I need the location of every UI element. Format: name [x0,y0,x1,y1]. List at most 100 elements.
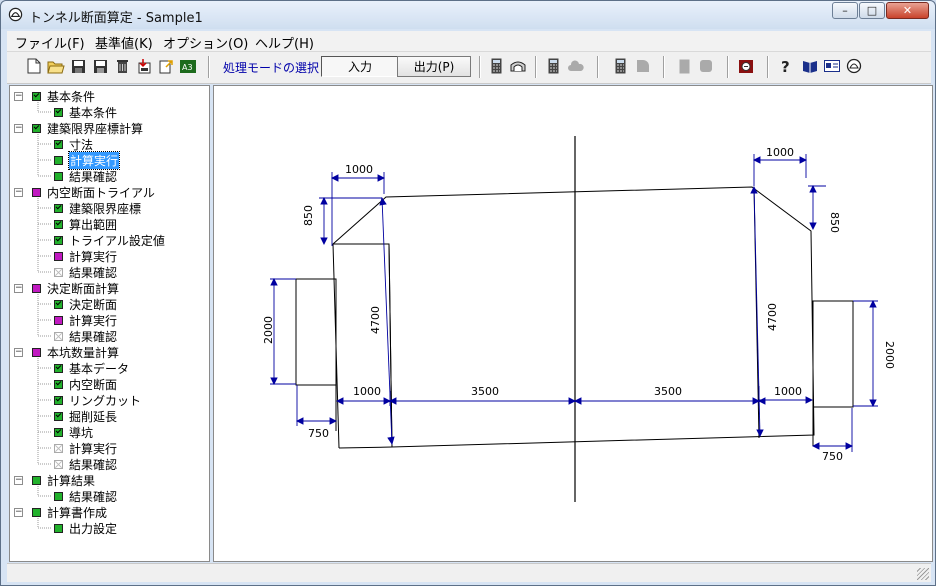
collapse-icon[interactable]: − [14,123,23,133]
tree-item[interactable]: 寸法 [54,136,93,152]
dim-bottom-left-1000: 1000 [353,385,381,398]
tree-item-label: 結果確認 [69,265,118,280]
tree-item-label: 算出範囲 [69,217,118,232]
menu-file[interactable]: ファイル(F) [15,33,85,52]
output-mode-button[interactable]: 出力(P) [397,56,471,77]
tree-item[interactable]: 結果確認 [54,488,117,504]
tree-item[interactable]: 計算実行 [54,312,117,328]
menu-kijunchi[interactable]: 基準値(K) [95,33,153,52]
title-bar[interactable]: トンネル断面算定 - Sample1 – □ ✕ [1,1,935,29]
calculator-icon-3[interactable] [611,57,629,75]
tree-group-node[interactable]: − 基本条件 [14,88,95,104]
spreadsheet-icon[interactable]: A3 [179,57,197,75]
collapse-icon[interactable]: − [14,507,23,517]
tree-item[interactable]: リングカット [54,392,141,408]
export-icon[interactable] [157,57,175,75]
tree-item-label: 内空断面トライアル [47,185,155,200]
dim-bottom-left-3500: 3500 [471,385,499,398]
tree-item[interactable]: 結果確認 [54,456,117,472]
tree-item[interactable]: 算出範囲 [54,216,117,232]
dim-slope-right: 850 [828,212,841,233]
window-title: トンネル断面算定 - Sample1 [29,11,203,26]
toolbar-separator [727,56,729,78]
tree-item[interactable]: 結果確認 [54,328,117,344]
status-check-icon [54,491,63,501]
input-mode-button[interactable]: 入力 [321,56,399,77]
close-button[interactable]: ✕ [886,2,929,19]
delete-icon[interactable] [113,57,131,75]
tree-item-label: 結果確認 [69,329,118,344]
collapse-icon[interactable]: − [14,91,23,101]
mode-select-label: 処理モードの選択 [223,61,320,75]
dim-slope-left: 850 [302,205,315,226]
disabled-block-icon[interactable] [697,57,715,75]
open-folder-icon[interactable] [47,57,65,75]
calculator-icon-2[interactable] [544,57,562,75]
toolbar-separator [767,56,769,78]
tree-item-label: 本坑数量計算 [47,345,120,360]
tree-item[interactable]: 計算実行 [54,440,117,456]
tree-item[interactable]: 内空断面 [54,376,117,392]
dim-top-right: 1000 [766,146,794,159]
status-check-icon [32,283,41,293]
menu-options[interactable]: オプション(O) [163,33,248,52]
tree-item-label: 結果確認 [69,457,118,472]
about-icon[interactable] [845,57,863,75]
tree-item[interactable]: 基本条件 [54,104,117,120]
preview-icon[interactable] [737,57,755,75]
import-icon[interactable] [135,57,153,75]
svg-text:A3: A3 [182,63,193,72]
save-as-icon[interactable] [91,57,109,75]
tree-group-node[interactable]: − 本坑数量計算 [14,344,119,360]
tree-group-node[interactable]: − 内空断面トライアル [14,184,155,200]
cloud-shape-icon[interactable] [567,57,585,75]
new-file-icon[interactable] [25,57,43,75]
tree-item[interactable]: トライアル設定値 [54,232,165,248]
dim-bottom-right-1000: 1000 [774,385,802,398]
tree-item[interactable]: 基本データ [54,360,129,376]
calculator-icon[interactable] [487,57,505,75]
collapse-icon[interactable]: − [14,283,23,293]
tree-item[interactable]: 建築限界座標 [54,200,141,216]
tree-group-node[interactable]: − 計算結果 [14,472,95,488]
menu-help[interactable]: ヘルプ(H) [255,33,314,52]
manual-book-icon[interactable] [801,57,819,75]
tree-item[interactable]: 掘削延長 [54,408,117,424]
status-check-icon [54,379,63,389]
tree-item-label: リングカット [69,393,142,408]
dim-base-left: 750 [308,427,329,440]
collapse-icon[interactable]: − [14,347,23,357]
tree-item[interactable]: 導坑 [54,424,93,440]
tree-group-node[interactable]: − 計算書作成 [14,504,107,520]
tree-item[interactable]: 結果確認 [54,168,117,184]
tree-group-node[interactable]: − 決定断面計算 [14,280,119,296]
status-check-icon [32,123,41,133]
info-card-icon[interactable] [823,57,841,75]
half-dome-icon[interactable] [634,57,652,75]
toolbar-separator [535,56,537,78]
tree-item[interactable]: 計算実行 [54,248,117,264]
tree-item[interactable]: 結果確認 [54,264,117,280]
tree-item[interactable]: 決定断面 [54,296,117,312]
resize-grip[interactable] [917,568,929,580]
tree-item-label: 基本条件 [47,89,96,104]
status-check-icon [54,315,63,325]
save-icon[interactable] [69,57,87,75]
tree-item[interactable]: 計算実行 [54,150,121,170]
minimize-button[interactable]: – [832,2,858,19]
dim-base-right: 750 [822,450,843,463]
help-icon[interactable]: ? [777,57,795,75]
tree-group-node[interactable]: − 建築限界座標計算 [14,120,143,136]
process-tree[interactable]: − 基本条件 基本条件 − 建築限界座標計算 寸法 計算実行 結果確認 − 内空断面トライアル 建築… [9,85,210,562]
status-check-icon [54,203,63,213]
tree-item[interactable]: 出力設定 [54,520,117,536]
disabled-doc-icon[interactable] [675,57,693,75]
status-check-icon [54,235,63,245]
collapse-icon[interactable]: − [14,475,23,485]
status-check-icon [54,427,63,437]
tunnel-section-icon[interactable] [509,57,527,75]
tree-item-label: 計算結果 [47,473,96,488]
drawing-canvas[interactable]: 1000 1000 850 850 4700 4700 2000 2000 10… [213,85,933,562]
maximize-button[interactable]: □ [859,2,885,19]
collapse-icon[interactable]: − [14,187,23,197]
